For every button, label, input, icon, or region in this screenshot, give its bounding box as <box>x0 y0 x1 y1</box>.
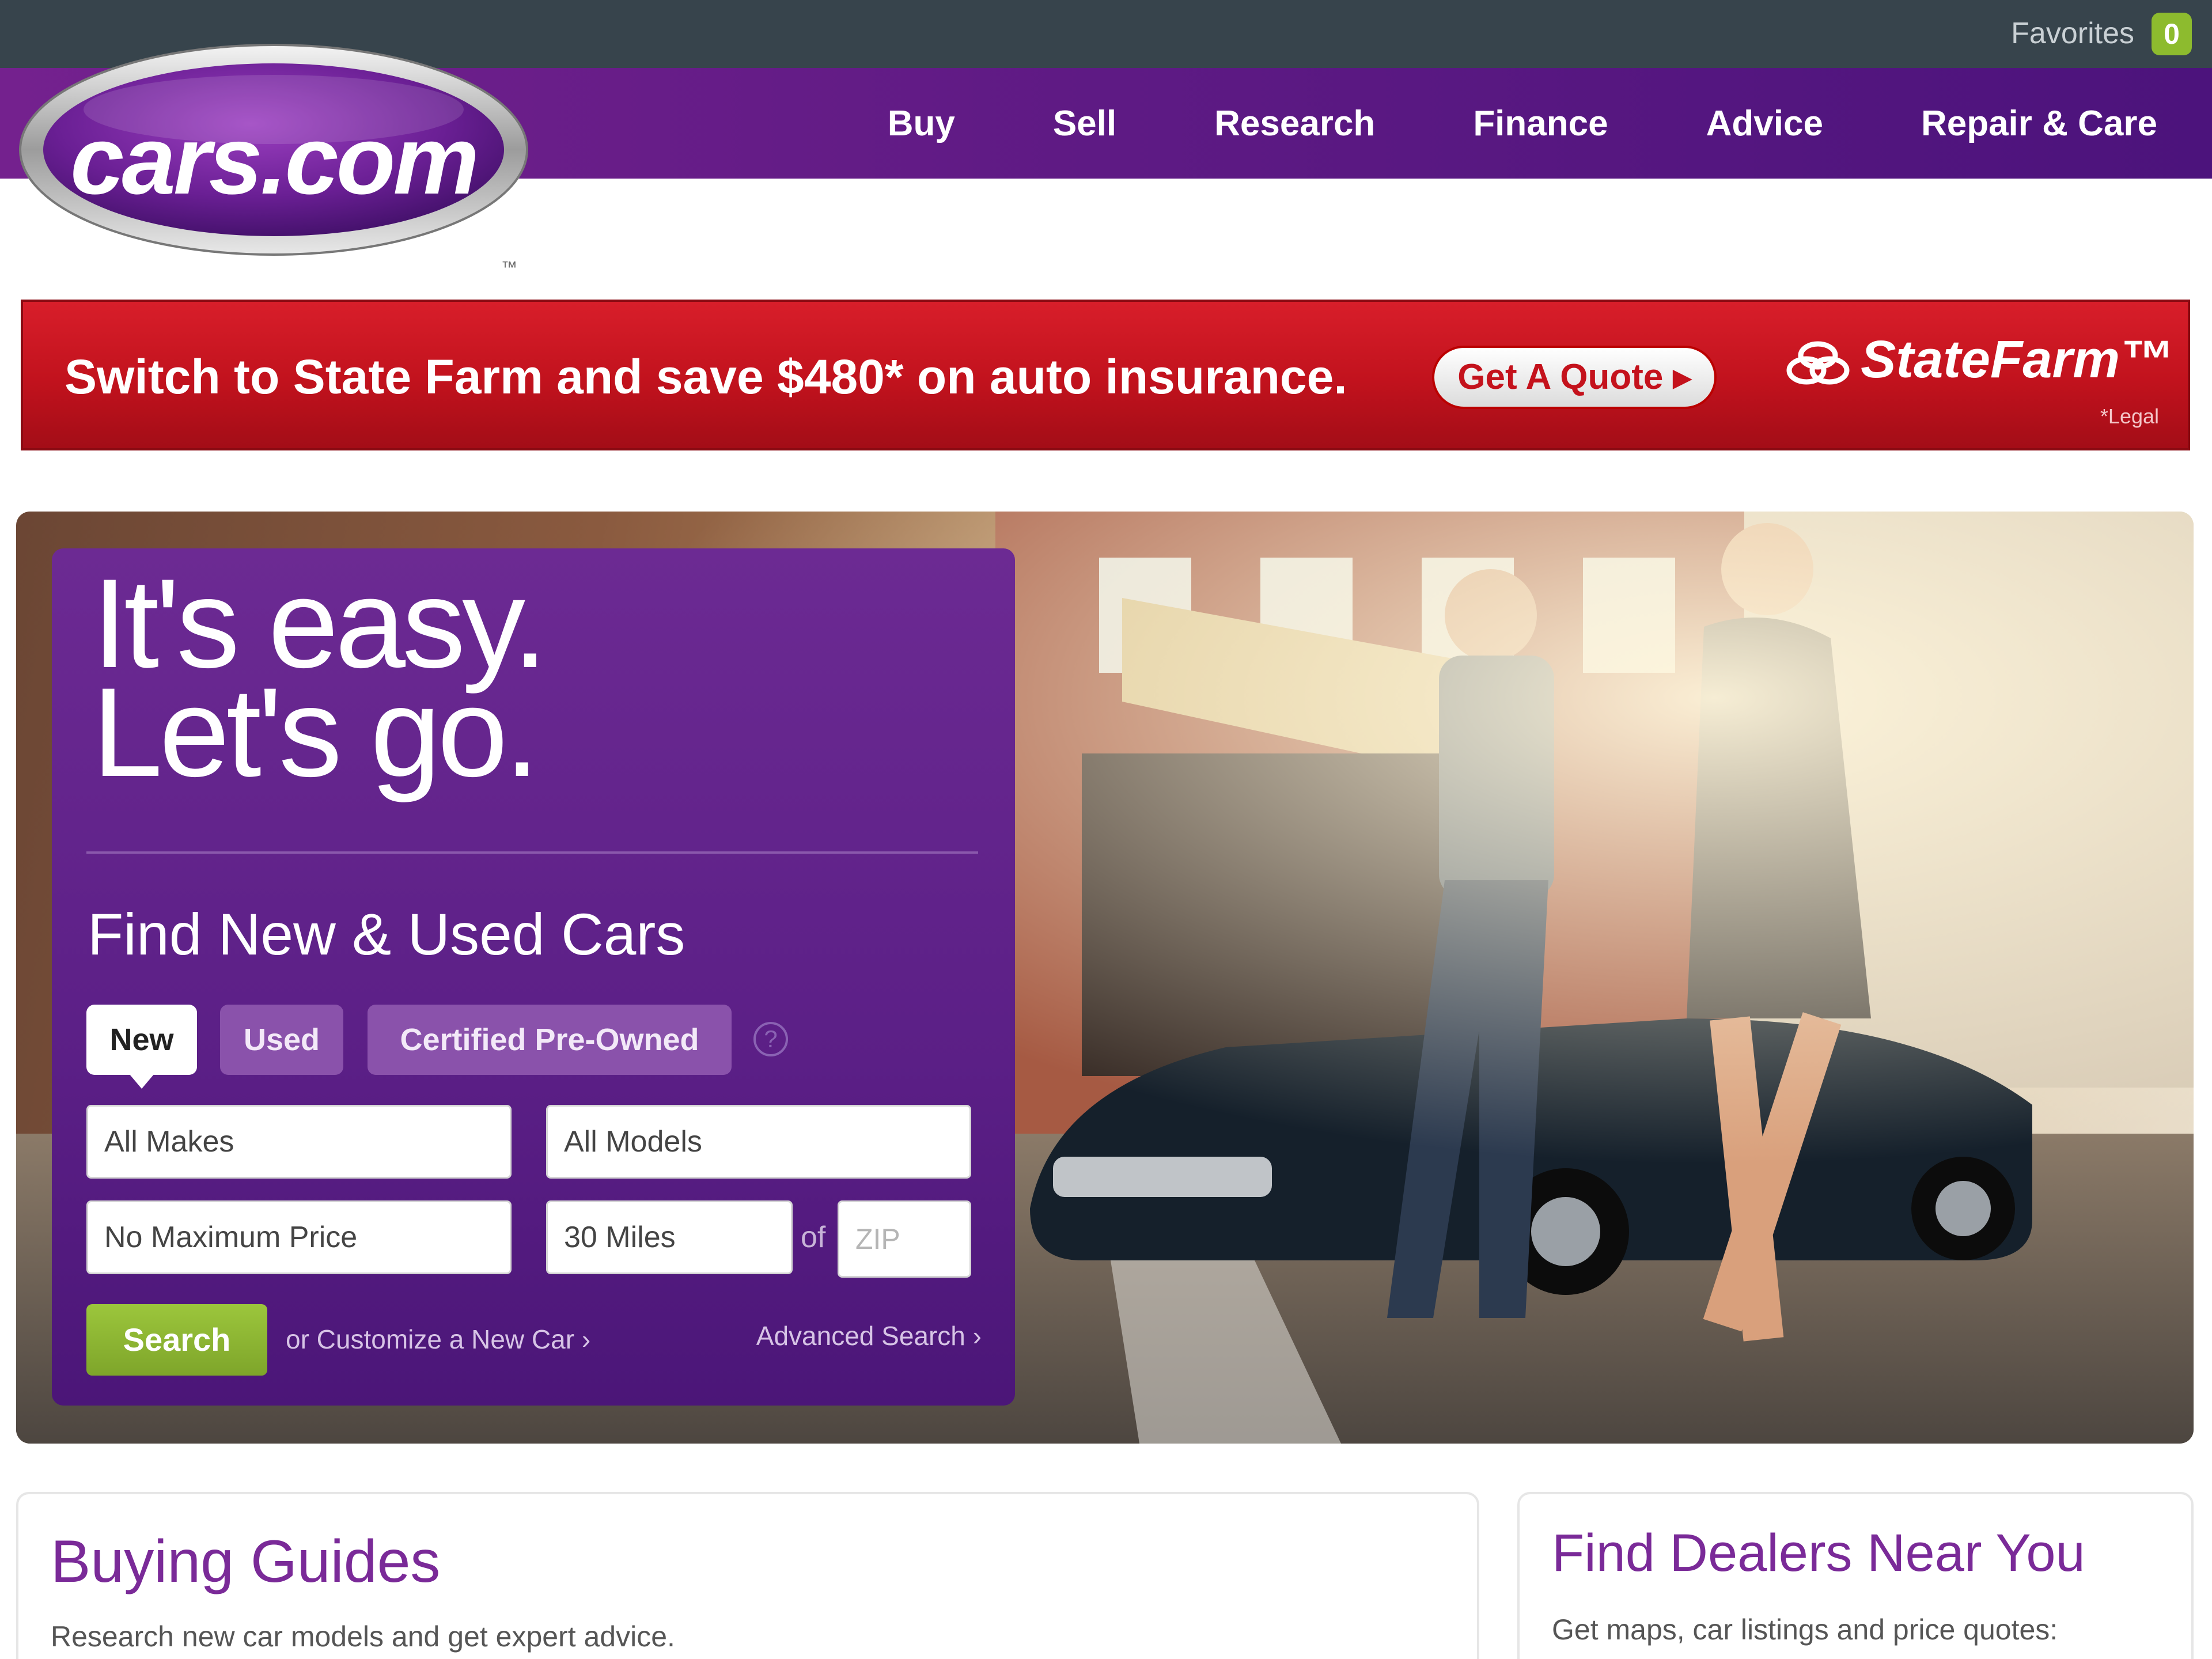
find-dealers-description: Get maps, car listings and price quotes: <box>1552 1613 2058 1646</box>
help-icon[interactable]: ? <box>753 1022 788 1056</box>
nav-advice[interactable]: Advice <box>1706 103 1823 144</box>
distance-select[interactable]: 30 Miles <box>546 1200 793 1274</box>
advanced-search-link[interactable]: Advanced Search › <box>756 1320 982 1351</box>
find-dealers-card[interactable]: Find Dealers Near You Get maps, car list… <box>1517 1492 2194 1659</box>
tab-new[interactable]: New <box>86 1005 197 1075</box>
of-label: of <box>801 1221 826 1254</box>
nav-sell[interactable]: Sell <box>1053 103 1116 144</box>
favorites-link[interactable]: Favorites <box>2011 16 2134 51</box>
customize-new-car-link[interactable]: or Customize a New Car › <box>286 1324 590 1355</box>
zip-input[interactable] <box>838 1200 971 1278</box>
tab-used[interactable]: Used <box>220 1005 343 1075</box>
active-tab-pointer <box>129 1074 154 1089</box>
buying-guides-title[interactable]: Buying Guides <box>51 1528 440 1596</box>
car-search-panel: It's easy. Let's go. Find New & Used Car… <box>52 548 1015 1406</box>
main-nav-menu: Buy Sell Research Finance Advice Repair … <box>888 68 2212 179</box>
ad-headline: Switch to State Farm and save $480* on a… <box>65 350 1347 404</box>
state-farm-logo: StateFarm™ <box>1783 329 2173 390</box>
tagline-line-2: Let's go. <box>92 661 540 804</box>
search-button[interactable]: Search <box>86 1304 267 1376</box>
hero-tagline: It's easy. Let's go. <box>92 560 548 804</box>
makes-select[interactable]: All Makes <box>86 1105 512 1179</box>
get-a-quote-button[interactable]: Get A Quote ▸ <box>1432 346 1717 409</box>
nav-buy[interactable]: Buy <box>888 103 955 144</box>
panel-divider <box>86 851 978 854</box>
buying-guides-card[interactable]: Buying Guides Research new car models an… <box>16 1492 1479 1659</box>
max-price-select[interactable]: No Maximum Price <box>86 1200 512 1274</box>
favorites-count-badge[interactable]: 0 <box>2152 13 2192 55</box>
search-panel-title: Find New & Used Cars <box>88 902 685 967</box>
state-farm-rings-icon <box>1786 341 1850 385</box>
cars-com-logo[interactable]: cars.com ™ <box>17 40 530 276</box>
state-farm-brand-text: StateFarm™ <box>1861 330 2173 389</box>
logo-trademark: ™ <box>501 258 517 276</box>
buying-guides-description: Research new car models and get expert a… <box>51 1620 675 1653</box>
ad-legal-link[interactable]: *Legal <box>2100 404 2159 429</box>
models-select[interactable]: All Models <box>546 1105 971 1179</box>
state-farm-ad-banner[interactable]: Switch to State Farm and save $480* on a… <box>21 300 2190 450</box>
logo-text: cars.com <box>70 106 479 214</box>
tab-certified-pre-owned[interactable]: Certified Pre-Owned <box>368 1005 732 1075</box>
nav-finance[interactable]: Finance <box>1473 103 1608 144</box>
find-dealers-title[interactable]: Find Dealers Near You <box>1552 1523 2085 1584</box>
nav-repair-care[interactable]: Repair & Care <box>1921 103 2157 144</box>
nav-research[interactable]: Research <box>1214 103 1375 144</box>
